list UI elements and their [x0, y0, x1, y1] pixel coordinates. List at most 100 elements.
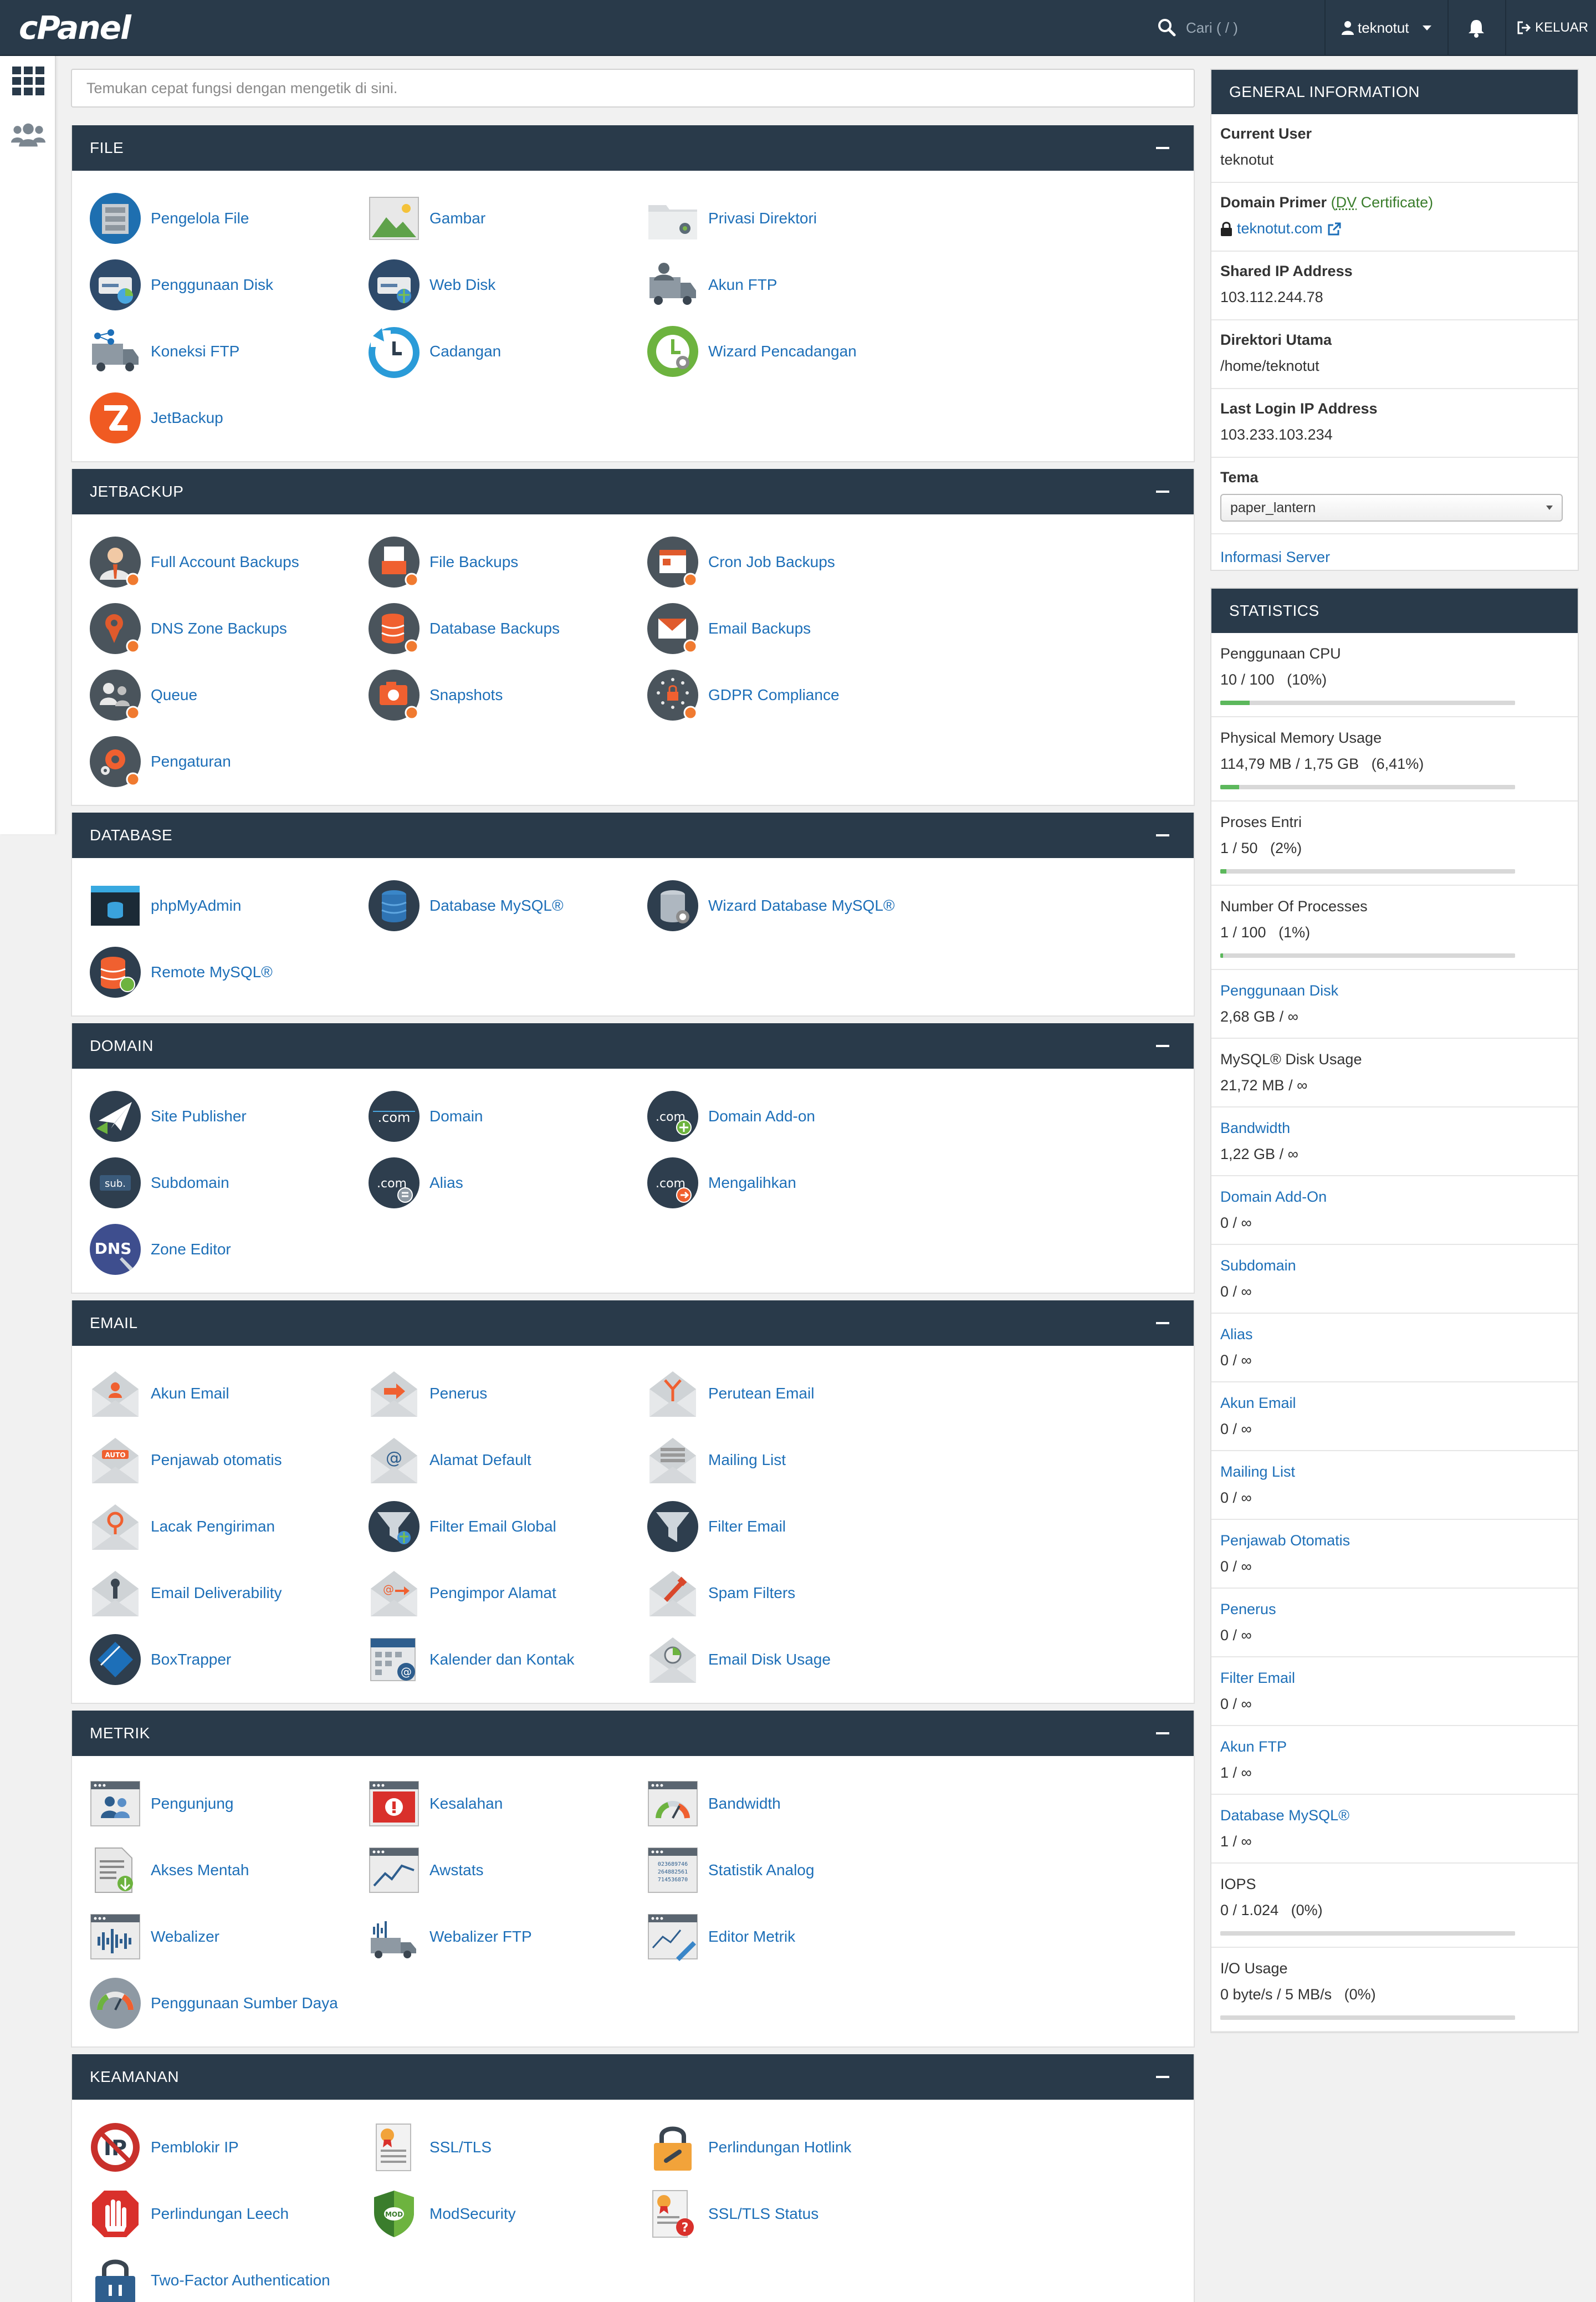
primary-domain-link[interactable]: teknotut.com [1237, 220, 1323, 237]
tool-link[interactable]: Filter Email Global [351, 1493, 630, 1560]
tool-link[interactable]: 023689746 264882561 714536870 Statistik Ana… [630, 1837, 908, 1903]
tool-link[interactable]: DNS Zone Backups [72, 595, 351, 662]
section-header[interactable]: FILE [72, 125, 1194, 171]
tool-link[interactable]: .com Mengalihkan [630, 1150, 908, 1216]
tool-link[interactable]: Wizard Pencadangan [630, 318, 908, 385]
tool-link[interactable]: Perlindungan Hotlink [630, 2114, 908, 2181]
section-header[interactable]: DATABASE [72, 813, 1194, 858]
theme-select[interactable]: paper_lantern [1220, 494, 1563, 522]
tool-link[interactable]: Queue [72, 662, 351, 728]
tool-link[interactable]: DNS Zone Editor [72, 1216, 351, 1283]
tool-link[interactable]: Webalizer [72, 1903, 351, 1970]
collapse-button[interactable] [1149, 1310, 1176, 1336]
tool-link[interactable]: Lacak Pengiriman [72, 1493, 351, 1560]
tool-link[interactable]: Privasi Direktori [630, 185, 908, 252]
collapse-button[interactable] [1149, 822, 1176, 849]
tool-link[interactable]: Cadangan [351, 318, 630, 385]
stat-label-link[interactable]: Penjawab Otomatis [1220, 1532, 1569, 1549]
tool-link[interactable]: JetBackup [72, 385, 351, 451]
tool-link[interactable]: Database MySQL® [351, 872, 630, 939]
tool-link[interactable]: Akun Email [72, 1360, 351, 1427]
collapse-button[interactable] [1149, 1720, 1176, 1747]
tool-link[interactable]: @ Alamat Default [351, 1427, 630, 1493]
collapse-button[interactable] [1149, 2064, 1176, 2090]
tool-link[interactable]: Pengelola File [72, 185, 351, 252]
tool-link[interactable]: Awstats [351, 1837, 630, 1903]
collapse-button[interactable] [1149, 1033, 1176, 1059]
stat-label-link[interactable]: Filter Email [1220, 1670, 1569, 1687]
tool-link[interactable]: Gambar [351, 185, 630, 252]
collapse-button[interactable] [1149, 478, 1176, 505]
tool-link[interactable]: Mailing List [630, 1427, 908, 1493]
stat-label-link[interactable]: Mailing List [1220, 1463, 1569, 1481]
tool-link[interactable]: Snapshots [351, 662, 630, 728]
tool-link[interactable]: Full Account Backups [72, 529, 351, 595]
tool-link[interactable]: Site Publisher [72, 1083, 351, 1150]
tool-link[interactable]: Email Backups [630, 595, 908, 662]
tool-link[interactable]: Email Deliverability [72, 1560, 351, 1626]
tool-link[interactable]: Cron Job Backups [630, 529, 908, 595]
tool-link[interactable]: BoxTrapper [72, 1626, 351, 1693]
tool-link[interactable]: File Backups [351, 529, 630, 595]
stat-label-link[interactable]: Subdomain [1220, 1257, 1569, 1274]
tool-link[interactable]: Web Disk [351, 252, 630, 318]
stat-label-link[interactable]: Penggunaan Disk [1220, 982, 1569, 999]
section-header[interactable]: DOMAIN [72, 1023, 1194, 1069]
stat-label-link[interactable]: Database MySQL® [1220, 1807, 1569, 1824]
logout-button[interactable]: KELUAR [1516, 17, 1588, 39]
global-search-input[interactable] [1186, 14, 1313, 41]
tool-link[interactable]: Pengunjung [72, 1770, 351, 1837]
tool-link[interactable]: Akses Mentah [72, 1837, 351, 1903]
tool-link[interactable]: Pengaturan [72, 728, 351, 795]
collapse-button[interactable] [1149, 135, 1176, 161]
tool-link[interactable]: Wizard Database MySQL® [630, 872, 908, 939]
stat-label-link[interactable]: Penerus [1220, 1601, 1569, 1618]
tool-link[interactable]: Perutean Email [630, 1360, 908, 1427]
tool-link[interactable]: @ Kalender dan Kontak [351, 1626, 630, 1693]
stat-label-link[interactable]: Alias [1220, 1326, 1569, 1343]
tool-link[interactable]: Kesalahan [351, 1770, 630, 1837]
bell-icon[interactable] [1465, 17, 1487, 39]
section-header[interactable]: JETBACKUP [72, 469, 1194, 514]
section-header[interactable]: EMAIL [72, 1300, 1194, 1346]
stat-label-link[interactable]: Akun Email [1220, 1395, 1569, 1412]
tool-link[interactable]: MOD ModSecurity [351, 2181, 630, 2247]
tool-link[interactable]: Akun FTP [630, 252, 908, 318]
user-menu[interactable]: teknotut [1341, 17, 1431, 39]
tool-link[interactable]: Koneksi FTP [72, 318, 351, 385]
tool-link[interactable]: Two-Factor Authentication [72, 2247, 351, 2302]
tool-link[interactable]: GDPR Compliance [630, 662, 908, 728]
tools-grid-button[interactable] [11, 64, 45, 98]
section-header[interactable]: KEAMANAN [72, 2054, 1194, 2100]
tool-link[interactable]: Penerus [351, 1360, 630, 1427]
certificate-type-link[interactable]: DV [1336, 194, 1357, 211]
tool-link[interactable]: Email Disk Usage [630, 1626, 908, 1693]
stat-label-link[interactable]: Akun FTP [1220, 1738, 1569, 1755]
section-header[interactable]: METRIK [72, 1711, 1194, 1756]
stat-label-link[interactable]: Bandwidth [1220, 1120, 1569, 1137]
cpanel-logo[interactable]: cPanel [19, 8, 135, 48]
search-icon[interactable] [1156, 17, 1178, 39]
tool-link[interactable]: SSL/TLS [351, 2114, 630, 2181]
tool-link[interactable]: Editor Metrik [630, 1903, 908, 1970]
server-information-link[interactable]: Informasi Server [1220, 549, 1330, 565]
tool-link[interactable]: ? SSL/TLS Status [630, 2181, 908, 2247]
tool-link[interactable]: @ Pengimpor Alamat [351, 1560, 630, 1626]
tool-link[interactable]: AUTO Penjawab otomatis [72, 1427, 351, 1493]
tool-link[interactable]: Remote MySQL® [72, 939, 351, 1005]
tool-link[interactable]: Perlindungan Leech [72, 2181, 351, 2247]
tool-link[interactable]: .com Domain Add-on [630, 1083, 908, 1150]
tool-link[interactable]: Spam Filters [630, 1560, 908, 1626]
quick-search-input[interactable] [71, 69, 1195, 108]
tool-link[interactable]: Filter Email [630, 1493, 908, 1560]
user-manager-button[interactable] [11, 118, 45, 152]
external-link-icon[interactable] [1327, 222, 1342, 236]
tool-link[interactable]: .com Domain [351, 1083, 630, 1150]
tool-link[interactable]: .com Alias [351, 1150, 630, 1216]
tool-link[interactable]: Webalizer FTP [351, 1903, 630, 1970]
tool-link[interactable]: Bandwidth [630, 1770, 908, 1837]
tool-link[interactable]: Penggunaan Sumber Daya [72, 1970, 351, 2036]
tool-link[interactable]: phpMyAdmin [72, 872, 351, 939]
stat-label-link[interactable]: Domain Add-On [1220, 1188, 1569, 1206]
tool-link[interactable]: IP Pemblokir IP [72, 2114, 351, 2181]
